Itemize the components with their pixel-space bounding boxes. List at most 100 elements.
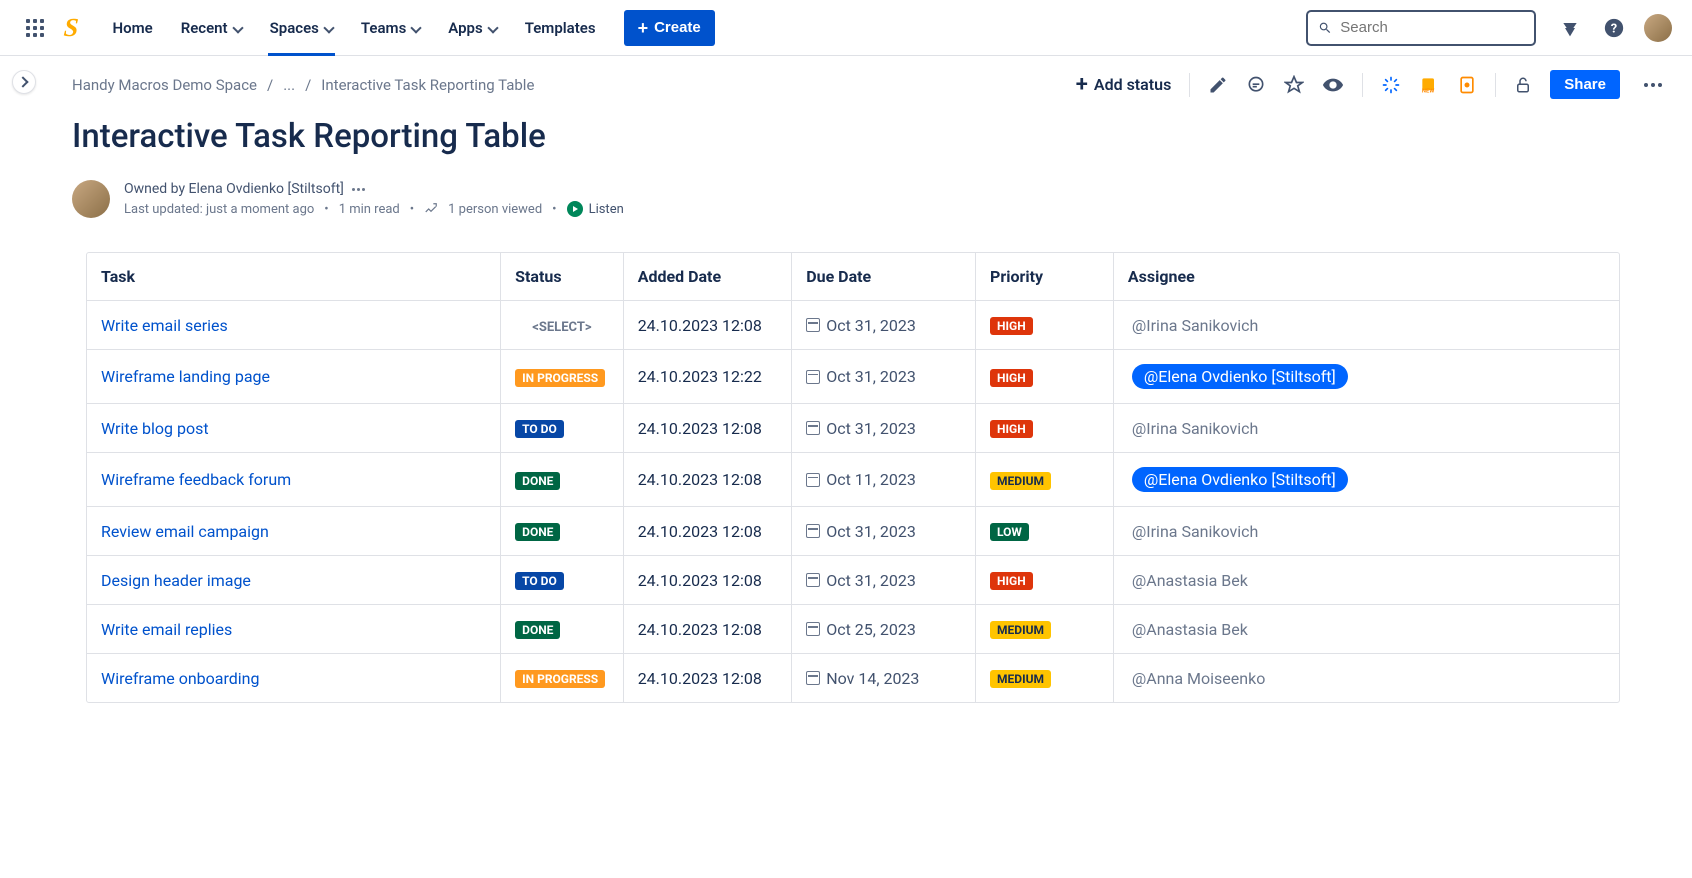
assignee-mention[interactable]: @Irina Sanikovich	[1132, 316, 1258, 335]
task-link[interactable]: Wireframe onboarding	[101, 669, 259, 688]
chevron-down-icon	[487, 23, 497, 33]
breadcrumb-current[interactable]: Interactive Task Reporting Table	[321, 76, 534, 94]
owner-avatar[interactable]	[72, 180, 110, 218]
macro-new-icon[interactable]: NEW	[1419, 75, 1439, 95]
calendar-icon	[806, 671, 820, 685]
status-lozenge[interactable]: IN PROGRESS	[515, 369, 605, 387]
task-link[interactable]: Wireframe feedback forum	[101, 470, 291, 489]
task-link[interactable]: Review email campaign	[101, 522, 269, 541]
th-due: Due Date	[792, 253, 976, 301]
comment-icon[interactable]	[1246, 75, 1266, 95]
nav-apps[interactable]: Apps	[436, 0, 508, 56]
priority-lozenge[interactable]: HIGH	[990, 420, 1033, 438]
status-lozenge[interactable]: TO DO	[515, 420, 564, 438]
priority-lozenge[interactable]: HIGH	[990, 369, 1033, 387]
table-row: Design header imageTO DO24.10.2023 12:08…	[87, 556, 1619, 605]
status-lozenge[interactable]: DONE	[515, 523, 560, 541]
assignee-mention[interactable]: @Elena Ovdienko [Stiltsoft]	[1132, 467, 1348, 492]
listen-button[interactable]: Listen	[567, 201, 624, 217]
star-icon[interactable]	[1284, 75, 1304, 95]
calendar-icon	[806, 318, 820, 332]
macro-loading-icon[interactable]	[1381, 75, 1401, 95]
nav-home[interactable]: Home	[100, 0, 164, 56]
macro-page-icon[interactable]	[1457, 75, 1477, 95]
task-link[interactable]: Wireframe landing page	[101, 367, 270, 386]
assignee-mention[interactable]: @Anna Moiseenko	[1132, 669, 1265, 688]
breadcrumb-ellipsis[interactable]: ...	[283, 76, 295, 94]
search-input[interactable]	[1340, 19, 1524, 36]
nav-templates[interactable]: Templates	[513, 0, 608, 56]
due-date[interactable]: Oct 31, 2023	[806, 316, 961, 335]
notifications-icon[interactable]	[1556, 14, 1584, 42]
nav-spaces-label: Spaces	[270, 19, 319, 37]
calendar-icon	[806, 622, 820, 636]
assignee-mention[interactable]: @Irina Sanikovich	[1132, 419, 1258, 438]
status-lozenge[interactable]: TO DO	[515, 572, 564, 590]
plus-icon: +	[638, 19, 649, 37]
task-link[interactable]: Design header image	[101, 571, 251, 590]
priority-lozenge[interactable]: LOW	[990, 523, 1029, 541]
nav-spaces[interactable]: Spaces	[258, 0, 345, 56]
assignee-mention[interactable]: @Anastasia Bek	[1132, 571, 1248, 590]
read-time: 1 min read	[339, 202, 400, 217]
search-box[interactable]	[1306, 10, 1536, 46]
create-button[interactable]: + Create	[624, 10, 715, 46]
status-select[interactable]: <SELECT>	[532, 320, 591, 335]
subheader-actions: + Add status NEW Share	[1076, 70, 1668, 99]
table-row: Write email series <SELECT> 24.10.2023 12:…	[87, 301, 1619, 350]
status-lozenge[interactable]: DONE	[515, 621, 560, 639]
task-link[interactable]: Write email replies	[101, 620, 232, 639]
due-date[interactable]: Oct 25, 2023	[806, 620, 961, 639]
nav-apps-label: Apps	[448, 19, 482, 37]
status-lozenge[interactable]: DONE	[515, 472, 560, 490]
nav-templates-label: Templates	[525, 19, 596, 37]
status-lozenge[interactable]: IN PROGRESS	[515, 670, 605, 688]
due-date[interactable]: Oct 31, 2023	[806, 419, 961, 438]
last-updated: Last updated: just a moment ago	[124, 202, 314, 217]
added-date: 24.10.2023 12:08	[623, 507, 792, 556]
assignee-mention[interactable]: @Anastasia Bek	[1132, 620, 1248, 639]
expand-sidebar-button[interactable]	[12, 70, 36, 94]
due-date[interactable]: Oct 11, 2023	[806, 470, 961, 489]
assignee-mention[interactable]: @Elena Ovdienko [Stiltsoft]	[1132, 364, 1348, 389]
help-icon[interactable]: ?	[1600, 14, 1628, 42]
logo-icon[interactable]: S	[63, 13, 80, 43]
table-row: Wireframe landing pageIN PROGRESS24.10.2…	[87, 350, 1619, 404]
due-date-label: Oct 31, 2023	[826, 571, 916, 590]
due-date-label: Oct 31, 2023	[826, 522, 916, 541]
priority-lozenge[interactable]: MEDIUM	[990, 472, 1051, 490]
th-priority: Priority	[976, 253, 1114, 301]
breadcrumb-space[interactable]: Handy Macros Demo Space	[72, 76, 257, 94]
table-row: Wireframe feedback forumDONE24.10.2023 1…	[87, 453, 1619, 507]
watch-icon[interactable]	[1322, 74, 1344, 96]
share-button-label: Share	[1564, 76, 1606, 93]
chevron-down-icon	[323, 23, 333, 33]
edit-icon[interactable]	[1208, 75, 1228, 95]
nav-teams-label: Teams	[361, 19, 406, 37]
due-date[interactable]: Oct 31, 2023	[806, 522, 961, 541]
assignee-mention[interactable]: @Irina Sanikovich	[1132, 522, 1258, 541]
priority-lozenge[interactable]: HIGH	[990, 317, 1033, 335]
due-date[interactable]: Nov 14, 2023	[806, 669, 961, 688]
priority-lozenge[interactable]: MEDIUM	[990, 621, 1051, 639]
more-actions-icon[interactable]	[1638, 77, 1668, 93]
share-button[interactable]: Share	[1550, 70, 1620, 99]
due-date[interactable]: Oct 31, 2023	[806, 367, 961, 386]
priority-lozenge[interactable]: MEDIUM	[990, 670, 1051, 688]
add-status-button[interactable]: + Add status	[1076, 74, 1172, 96]
nav-recent-label: Recent	[181, 19, 228, 37]
app-switcher-icon[interactable]	[20, 13, 50, 43]
nav-recent[interactable]: Recent	[169, 0, 254, 56]
task-link[interactable]: Write email series	[101, 316, 228, 335]
th-assignee: Assignee	[1113, 253, 1619, 301]
task-link[interactable]: Write blog post	[101, 419, 209, 438]
nav-teams[interactable]: Teams	[349, 0, 432, 56]
due-date[interactable]: Oct 31, 2023	[806, 571, 961, 590]
separator-dot: •	[552, 202, 556, 217]
listen-label: Listen	[589, 202, 624, 217]
priority-lozenge[interactable]: HIGH	[990, 572, 1033, 590]
added-date: 24.10.2023 12:08	[623, 301, 792, 350]
owner-more-icon[interactable]	[352, 188, 365, 191]
restrictions-icon[interactable]	[1514, 76, 1532, 94]
profile-avatar[interactable]	[1644, 14, 1672, 42]
